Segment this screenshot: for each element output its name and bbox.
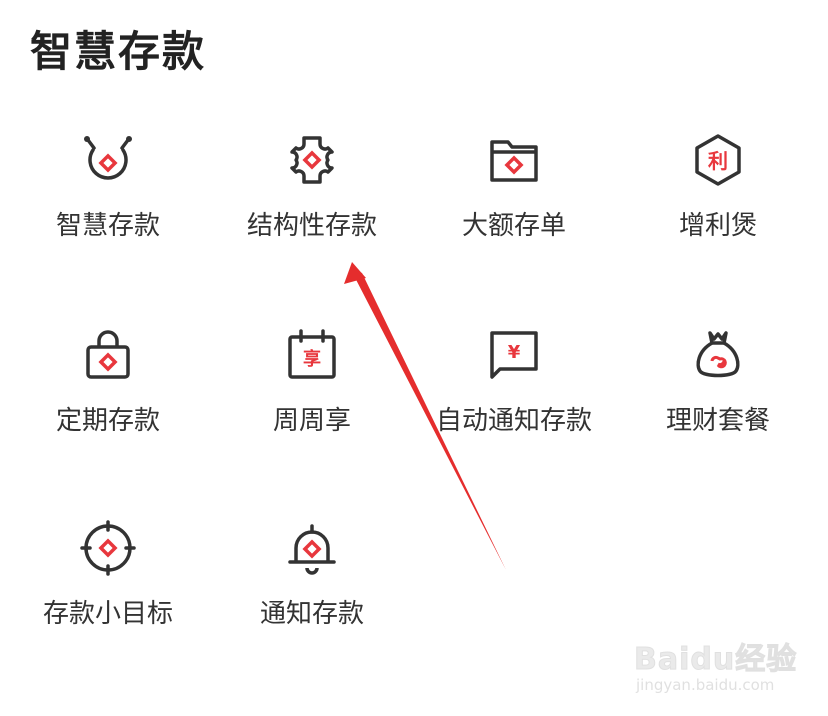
- smart-deposit-page: 智慧存款 智慧存款 结构性存款 大额存单 利 增利煲 定期存款 享 周周享 ¥ …: [0, 0, 828, 716]
- tile-savings-goal[interactable]: 存款小目标: [8, 518, 208, 668]
- tile-label: 智慧存款: [55, 211, 160, 241]
- hexagon-li-icon: 利: [688, 130, 748, 190]
- watermark-brand: Baidu经验: [633, 642, 798, 678]
- puzzle-gear-icon: [282, 130, 342, 190]
- tile-large-cd[interactable]: 大额存单: [414, 130, 614, 280]
- hexagon-glyph: 利: [708, 149, 728, 173]
- chat-yen-icon: ¥: [484, 325, 544, 385]
- tile-label: 理财套餐: [665, 406, 770, 436]
- watermark-url: jingyan.baidu.com: [636, 676, 775, 694]
- tile-weekly[interactable]: 享 周周享: [212, 325, 412, 475]
- tile-label: 存款小目标: [42, 599, 173, 629]
- lock-bag-icon: [78, 325, 138, 385]
- tile-label: 定期存款: [55, 406, 160, 436]
- tile-label: 通知存款: [259, 599, 364, 629]
- tile-label: 增利煲: [678, 211, 757, 241]
- tile-label: 周周享: [272, 406, 351, 436]
- tile-label: 大额存单: [461, 211, 566, 241]
- bell-icon: [282, 518, 342, 578]
- smart-deposit-icon: [78, 130, 138, 190]
- tile-wealth-package[interactable]: 理财套餐: [618, 325, 818, 475]
- target-icon: [78, 518, 138, 578]
- tile-label: 结构性存款: [246, 211, 377, 241]
- tile-smart-deposit[interactable]: 智慧存款: [8, 130, 208, 280]
- tile-label: 自动通知存款: [435, 406, 592, 436]
- folder-icon: [484, 130, 544, 190]
- section-title: 智慧存款: [30, 27, 207, 76]
- tile-structured-deposit[interactable]: 结构性存款: [212, 130, 412, 280]
- yen-glyph: ¥: [508, 342, 521, 363]
- tile-call-deposit[interactable]: 通知存款: [212, 518, 412, 668]
- calendar-icon: 享: [282, 325, 342, 385]
- calendar-glyph: 享: [303, 348, 321, 370]
- money-bag-icon: [688, 325, 748, 385]
- tile-auto-call-deposit[interactable]: ¥ 自动通知存款: [414, 325, 614, 475]
- tile-zenglibao[interactable]: 利 增利煲: [618, 130, 818, 280]
- tile-fixed-deposit[interactable]: 定期存款: [8, 325, 208, 475]
- watermark: Baidu经验 jingyan.baidu.com: [633, 630, 798, 704]
